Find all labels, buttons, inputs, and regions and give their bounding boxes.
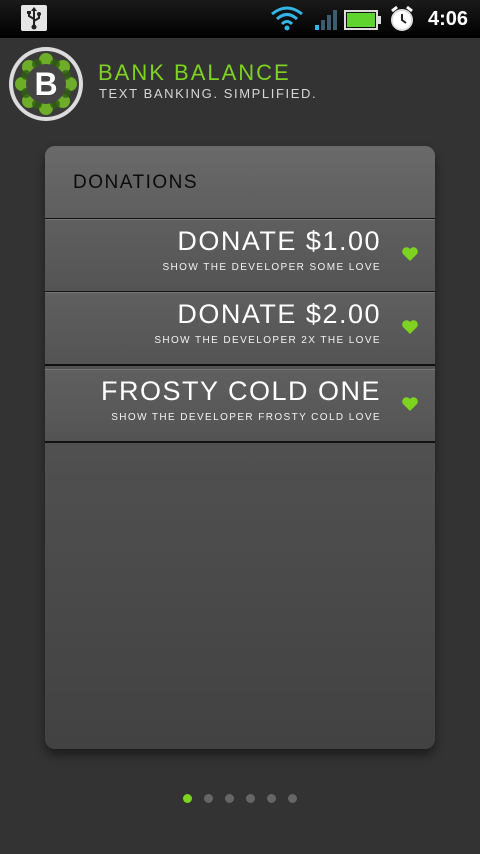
signal-icon: [314, 9, 338, 35]
page-dot-active[interactable]: [183, 794, 192, 803]
donate-1-item[interactable]: DONATE $1.00 SHOW THE DEVELOPER SOME LOV…: [45, 219, 435, 293]
status-time: 4:06: [428, 8, 469, 30]
item-subtitle: SHOW THE DEVELOPER SOME LOVE: [162, 262, 381, 273]
page-indicator: [183, 794, 303, 804]
heart-icon: [402, 247, 418, 261]
app-logo: B: [8, 46, 84, 122]
heart-icon: [402, 397, 418, 411]
page-dot[interactable]: [288, 794, 297, 803]
item-subtitle: SHOW THE DEVELOPER 2X THE LOVE: [154, 335, 381, 346]
alarm-icon: [389, 5, 415, 37]
app-title: BANK BALANCE: [98, 60, 291, 85]
battery-icon: [344, 10, 382, 34]
status-bar: 4:06: [0, 0, 480, 38]
logo-letter: B: [34, 66, 57, 102]
page-dot[interactable]: [267, 794, 276, 803]
wifi-icon: [270, 5, 304, 35]
card-title: DONATIONS: [73, 172, 199, 193]
donations-card: DONATIONS DONATE $1.00 SHOW THE DEVELOPE…: [45, 146, 435, 749]
heart-icon: [402, 320, 418, 334]
item-title: FROSTY COLD ONE: [100, 376, 381, 406]
item-title: DONATE $2.00: [177, 299, 381, 329]
page-dot[interactable]: [225, 794, 234, 803]
app-subtitle: TEXT BANKING. SIMPLIFIED.: [99, 86, 318, 101]
usb-icon: [21, 5, 47, 31]
item-title: DONATE $1.00: [177, 226, 381, 256]
card-header: DONATIONS: [45, 146, 435, 220]
frosty-cold-one-item[interactable]: FROSTY COLD ONE SHOW THE DEVELOPER FROST…: [45, 369, 435, 443]
item-subtitle: SHOW THE DEVELOPER FROSTY COLD LOVE: [111, 412, 381, 423]
donate-2-item[interactable]: DONATE $2.00 SHOW THE DEVELOPER 2X THE L…: [45, 292, 435, 366]
page-dot[interactable]: [246, 794, 255, 803]
page-dot[interactable]: [204, 794, 213, 803]
